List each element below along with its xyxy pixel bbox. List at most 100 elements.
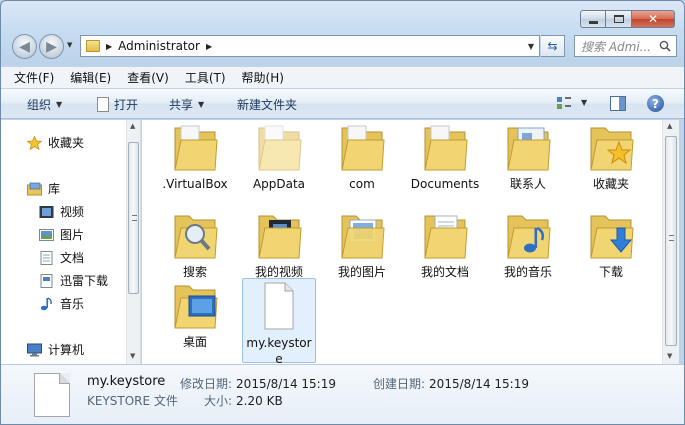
grip-icon <box>132 215 137 221</box>
change-view-icon[interactable] <box>556 96 572 110</box>
selected-file-icon <box>34 373 70 417</box>
file-item[interactable]: 联系人 <box>491 122 565 192</box>
scroll-up-icon[interactable]: ▲ <box>130 122 135 130</box>
close-button[interactable]: ✕ <box>632 10 675 28</box>
help-icon[interactable]: ? <box>647 95 664 112</box>
documents-icon <box>40 250 53 265</box>
created-date-label: 创建日期: <box>373 377 426 391</box>
file-item-selected[interactable]: my.keystore <box>242 278 316 366</box>
file-name: 收藏夹 <box>592 177 629 191</box>
file-item[interactable]: 我的视频 <box>242 210 316 280</box>
menu-help[interactable]: 帮助(H) <box>242 69 284 86</box>
file-item[interactable]: 我的音乐 <box>491 210 565 280</box>
file-name: 下载 <box>598 265 623 279</box>
breadcrumb-chevron-icon[interactable]: ▶ <box>106 42 112 51</box>
explorer-window: ✕ ◀ ▶ ▼ ▶ Administrator ▶ ▼ ⇆ 搜索 Admi...… <box>0 0 685 425</box>
desktop-folder-icon <box>174 285 218 329</box>
file-name: 联系人 <box>509 177 546 191</box>
window-controls: ✕ <box>580 10 675 28</box>
downloads-folder-icon <box>590 215 634 259</box>
file-list-scrollbar-thumb[interactable] <box>665 136 677 346</box>
nav-pictures[interactable]: 图片 <box>39 226 84 243</box>
preview-pane-icon[interactable] <box>610 96 626 111</box>
address-bar[interactable]: ▶ Administrator ▶ ▼ <box>80 35 540 57</box>
file-size-value: 2.20 KB <box>236 394 283 408</box>
refresh-button[interactable]: ⇆ <box>541 35 565 57</box>
command-bar: 组织 ▼ 打开 共享 ▼ 新建文件夹 ▼ ? <box>1 89 684 119</box>
modified-date: 修改日期: 2015/8/14 15:19 <box>180 375 336 392</box>
navigation-scrollbar[interactable]: ▲ ▼ <box>126 120 140 364</box>
nav-favorites[interactable]: 收藏夹 <box>27 134 84 151</box>
menu-file[interactable]: 文件(F) <box>14 69 54 86</box>
new-folder-label: 新建文件夹 <box>237 98 298 112</box>
favorites-folder-icon <box>590 127 634 171</box>
maximize-button[interactable] <box>606 10 632 28</box>
nav-favorites-label: 收藏夹 <box>48 136 85 150</box>
breadcrumb-administrator[interactable]: Administrator <box>118 39 200 53</box>
new-folder-button[interactable]: 新建文件夹 <box>237 96 297 113</box>
modified-date-label: 修改日期: <box>180 377 233 391</box>
minimize-button[interactable] <box>580 10 606 28</box>
selected-file-type: KEYSTORE 文件 <box>87 394 178 408</box>
menu-edit[interactable]: 编辑(E) <box>70 69 111 86</box>
file-item[interactable]: 下载 <box>574 210 648 280</box>
menu-tools[interactable]: 工具(T) <box>185 69 226 86</box>
forward-button[interactable]: ▶ <box>39 34 64 59</box>
file-item[interactable]: 搜索 <box>158 210 232 280</box>
nav-documents[interactable]: 文档 <box>39 249 84 266</box>
pictures-folder-icon <box>341 215 385 259</box>
share-button[interactable]: 共享 ▼ <box>169 96 204 113</box>
nav-music[interactable]: 音乐 <box>39 295 84 312</box>
file-item[interactable]: AppData <box>242 122 316 192</box>
details-pane: my.keystore KEYSTORE 文件 修改日期: 2015/8/14 1… <box>1 364 684 424</box>
nav-videos-label: 视频 <box>60 205 85 219</box>
search-input[interactable]: 搜索 Admi... <box>574 35 677 57</box>
nav-thunder-downloads-label: 迅雷下载 <box>60 274 109 288</box>
refresh-icon: ⇆ <box>547 39 558 53</box>
file-item[interactable]: com <box>325 122 399 192</box>
search-icon[interactable] <box>659 40 671 52</box>
folder-icon <box>341 125 385 171</box>
file-item[interactable]: Documents <box>408 122 482 192</box>
nav-computer[interactable]: 计算机 <box>27 341 84 358</box>
view-dropdown-icon[interactable]: ▼ <box>581 98 587 107</box>
folder-icon <box>174 125 218 171</box>
navigation-bar: ◀ ▶ ▼ ▶ Administrator ▶ ▼ ⇆ 搜索 Admi... <box>10 33 677 59</box>
file-item[interactable]: 我的文档 <box>408 210 482 280</box>
breadcrumb-chevron-icon[interactable]: ▶ <box>206 42 212 51</box>
file-name: my.keystore <box>246 336 312 366</box>
scroll-up-icon[interactable]: ▲ <box>667 122 672 130</box>
navigation-scrollbar-thumb[interactable] <box>128 142 139 294</box>
file-item[interactable]: 收藏夹 <box>574 122 648 192</box>
address-dropdown-icon[interactable]: ▼ <box>528 42 534 51</box>
file-item[interactable]: 桌面 <box>158 280 232 350</box>
file-name: 我的文档 <box>420 265 469 279</box>
documents-folder-icon <box>424 215 468 259</box>
file-item[interactable]: 我的图片 <box>325 210 399 280</box>
scroll-down-icon[interactable]: ▼ <box>130 352 135 360</box>
open-button[interactable]: 打开 <box>97 96 138 113</box>
back-button[interactable]: ◀ <box>12 34 37 59</box>
menu-view[interactable]: 查看(V) <box>127 69 169 86</box>
pictures-icon <box>39 228 54 241</box>
file-list: .VirtualBox AppData com Documents 联系人 收藏… <box>142 120 662 366</box>
nav-thunder-downloads[interactable]: 迅雷下载 <box>39 272 108 289</box>
recent-pages-dropdown[interactable]: ▼ <box>67 41 72 49</box>
nav-videos[interactable]: 视频 <box>39 203 84 220</box>
search-folder-icon <box>174 215 218 259</box>
file-name: 我的图片 <box>337 265 386 279</box>
grip-icon <box>669 235 674 241</box>
file-name: Documents <box>410 177 480 191</box>
nav-libraries[interactable]: 库 <box>27 180 60 197</box>
organize-button[interactable]: 组织 ▼ <box>27 96 62 113</box>
file-name: 搜索 <box>182 265 207 279</box>
user-folder-icon <box>86 40 100 52</box>
file-item[interactable]: .VirtualBox <box>158 122 232 192</box>
file-name: .VirtualBox <box>162 177 228 191</box>
navigation-pane: 收藏夹 库 视频 图片 文档 迅雷下载 音乐 计算机 ▲ ▼ <box>1 120 141 364</box>
file-list-scrollbar[interactable]: ▲ ▼ <box>662 120 679 364</box>
scroll-down-icon[interactable]: ▼ <box>667 352 672 360</box>
folder-icon <box>424 125 468 171</box>
created-date-value: 2015/8/14 15:19 <box>429 377 529 391</box>
file-name: AppData <box>252 177 306 191</box>
